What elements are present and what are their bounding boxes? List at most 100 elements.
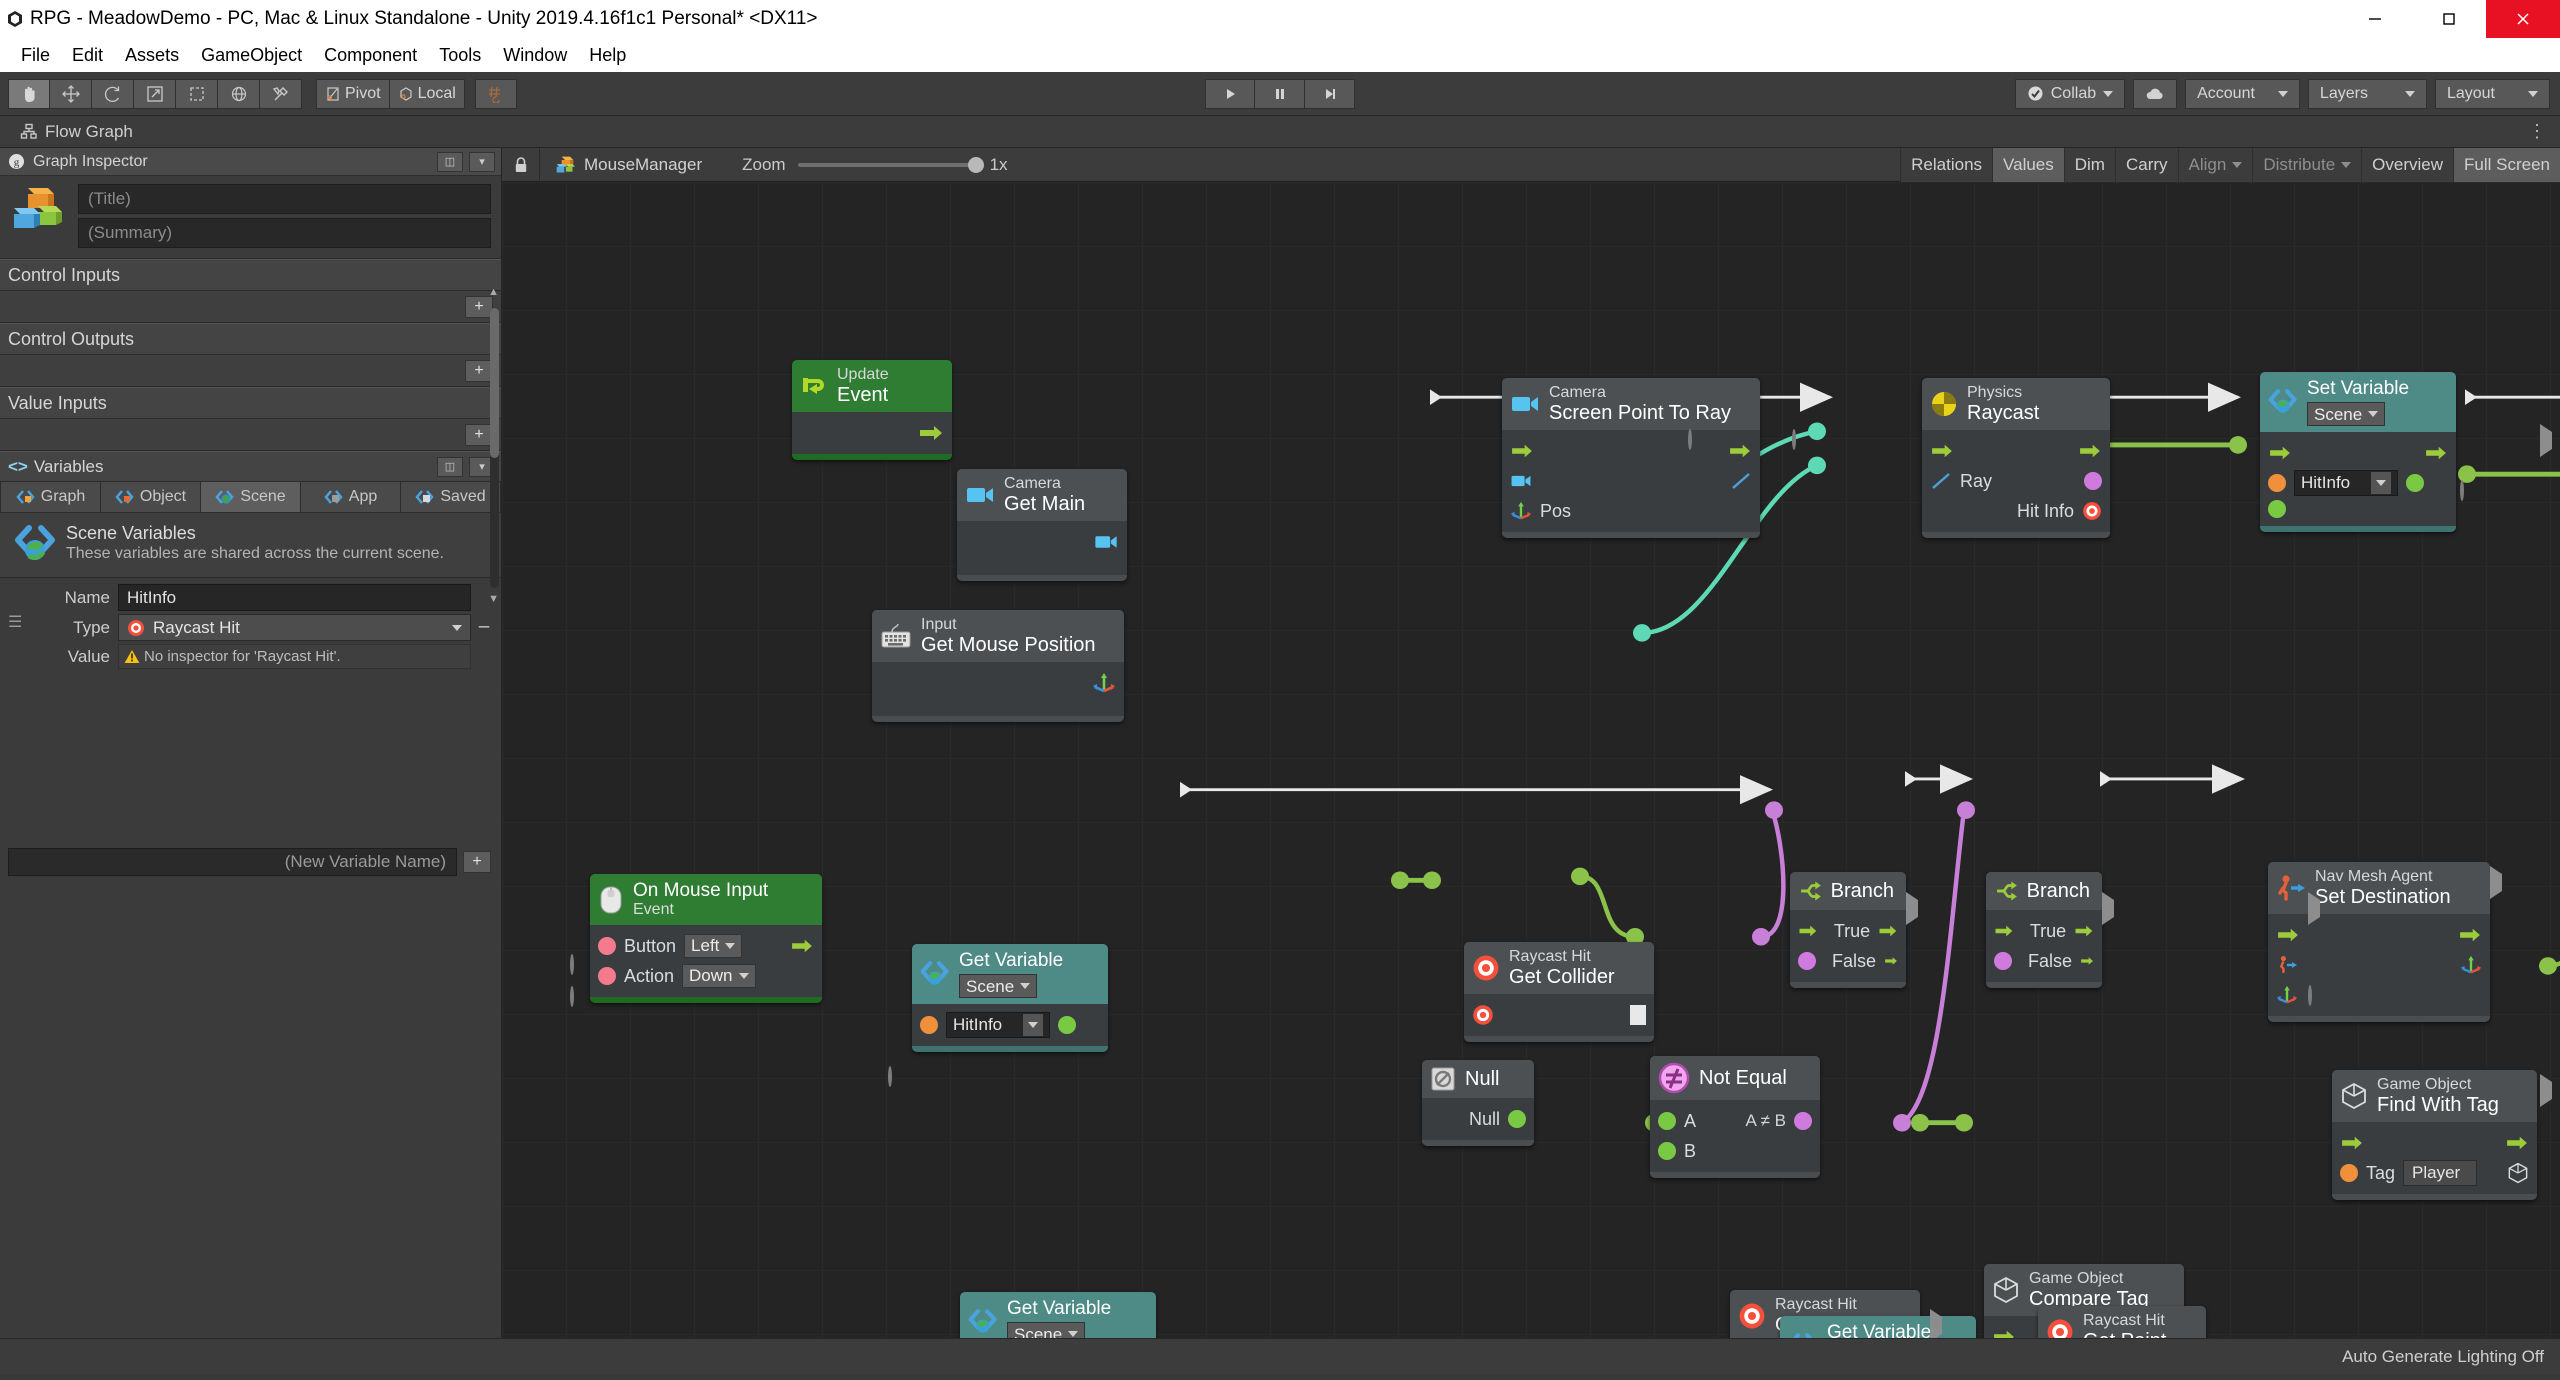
port-ring[interactable] bbox=[2308, 985, 2312, 1006]
account-button[interactable]: Account bbox=[2185, 78, 2300, 109]
vector3-input-icon[interactable] bbox=[2276, 984, 2298, 1006]
vector3-icon[interactable] bbox=[1092, 671, 1116, 695]
result-output-port[interactable] bbox=[1794, 1112, 1812, 1130]
grid-snap-button[interactable] bbox=[474, 78, 517, 109]
graph-title-input[interactable]: (Title) bbox=[78, 184, 491, 214]
true-flow-output-icon[interactable] bbox=[2074, 922, 2094, 940]
rotate-tool-button[interactable] bbox=[92, 78, 134, 109]
menu-gameobject[interactable]: GameObject bbox=[190, 42, 313, 69]
condition-input-port[interactable] bbox=[1994, 952, 2012, 970]
menu-component[interactable]: Component bbox=[313, 42, 428, 69]
layers-button[interactable]: Layers bbox=[2307, 78, 2427, 109]
graph-button-fullscreen[interactable]: Full Screen bbox=[2453, 148, 2560, 182]
false-flow-output-icon[interactable] bbox=[2080, 952, 2094, 970]
node-find-with-tag[interactable]: Game Object Find With Tag Tag Player bbox=[2332, 1070, 2537, 1201]
node-screen-point-to-ray[interactable]: Camera Screen Point To Ray Pos bbox=[1502, 378, 1760, 539]
inspector-expand-button[interactable]: ◫ bbox=[437, 151, 463, 172]
cloud-button[interactable] bbox=[2133, 78, 2178, 109]
action-input-port[interactable] bbox=[598, 967, 616, 986]
port-ring[interactable] bbox=[570, 986, 574, 1007]
menu-edit[interactable]: Edit bbox=[61, 42, 114, 69]
null-output-port[interactable] bbox=[1508, 1110, 1526, 1128]
node-get-variable-1-kind-select[interactable]: Scene bbox=[959, 974, 1038, 999]
flow-input-icon[interactable] bbox=[2268, 444, 2292, 462]
bool-output-port[interactable] bbox=[2084, 472, 2102, 491]
node-get-mouse-position[interactable]: Input Get Mouse Position bbox=[872, 610, 1124, 723]
port-ring[interactable] bbox=[1792, 429, 1796, 450]
node-get-variable-1-name-select[interactable]: HitInfo bbox=[946, 1012, 1050, 1039]
graph-context-object[interactable]: MouseManager bbox=[540, 155, 702, 175]
node-set-variable[interactable]: Set Variable Scene HitInfo bbox=[2260, 372, 2456, 533]
variable-name-input-port[interactable] bbox=[920, 1016, 938, 1035]
node-find-with-tag-tag-input[interactable]: Player bbox=[2403, 1160, 2478, 1187]
flow-input-icon[interactable] bbox=[1510, 442, 1534, 460]
node-not-equal[interactable]: Not Equal A A ≠ B B bbox=[1650, 1056, 1820, 1178]
variable-value-output-port[interactable] bbox=[2406, 474, 2424, 493]
node-set-variable-name-select[interactable]: HitInfo bbox=[2294, 470, 2398, 497]
port-tri[interactable] bbox=[2540, 1074, 2552, 1107]
port-ring[interactable] bbox=[2460, 480, 2464, 501]
inspector-menu-button[interactable]: ▾ bbox=[469, 151, 495, 172]
port-tri[interactable] bbox=[2540, 424, 2552, 457]
graph-button-overview[interactable]: Overview bbox=[2361, 148, 2454, 182]
graph-button-align[interactable]: Align bbox=[2177, 148, 2253, 182]
game-object-output-icon[interactable] bbox=[2507, 1162, 2529, 1184]
add-control-input-button[interactable]: + bbox=[465, 295, 493, 318]
node-branch-2[interactable]: Branch True False bbox=[1986, 872, 2102, 988]
node-camera-get-main[interactable]: Camera Get Main bbox=[957, 469, 1127, 582]
variable-drag-handle[interactable]: ☰ bbox=[8, 584, 28, 631]
flow-output-icon[interactable] bbox=[2458, 926, 2482, 944]
menu-tools[interactable]: Tools bbox=[428, 42, 492, 69]
false-flow-output-icon[interactable] bbox=[1884, 952, 1898, 970]
transform-tool-button[interactable] bbox=[218, 78, 260, 109]
node-branch-1[interactable]: Branch True False bbox=[1790, 872, 1906, 988]
tab-variables-object[interactable]: Object bbox=[101, 481, 201, 513]
tab-variables-scene[interactable]: Scene bbox=[201, 481, 301, 513]
ray-output-icon[interactable] bbox=[1730, 471, 1752, 491]
raycast-hit-output-icon[interactable] bbox=[2082, 501, 2102, 521]
layout-button[interactable]: Layout bbox=[2434, 78, 2550, 109]
hand-tool-button[interactable] bbox=[8, 78, 50, 109]
port-ring[interactable] bbox=[1688, 429, 1692, 450]
variable-type-select[interactable]: Raycast Hit bbox=[118, 614, 471, 641]
node-null[interactable]: Null Null bbox=[1422, 1060, 1534, 1146]
port-tri[interactable] bbox=[2490, 866, 2502, 899]
lock-icon[interactable] bbox=[502, 148, 540, 182]
variable-name-input[interactable]: HitInfo bbox=[118, 584, 471, 611]
flow-output-icon[interactable] bbox=[2424, 444, 2448, 462]
menu-file[interactable]: File bbox=[10, 42, 61, 69]
flow-output-icon[interactable] bbox=[918, 423, 944, 443]
graph-button-dim[interactable]: Dim bbox=[2063, 148, 2115, 182]
scroll-up-icon[interactable]: ▲ bbox=[488, 286, 499, 298]
custom-tool-button[interactable] bbox=[260, 78, 302, 109]
port-tri[interactable] bbox=[2308, 892, 2320, 925]
port-ring[interactable] bbox=[570, 954, 574, 975]
tab-variables-graph[interactable]: Graph bbox=[0, 481, 101, 513]
port-tri[interactable] bbox=[2102, 892, 2114, 925]
move-tool-button[interactable] bbox=[50, 78, 92, 109]
menu-assets[interactable]: Assets bbox=[114, 42, 190, 69]
vector3-input-icon[interactable] bbox=[1510, 500, 1532, 522]
tab-variables-app[interactable]: App bbox=[301, 481, 401, 513]
pivot-toggle-button[interactable]: Pivot bbox=[316, 78, 390, 109]
flow-output-icon[interactable] bbox=[2505, 1134, 2529, 1152]
node-physics-raycast[interactable]: Physics Raycast Ray Hit Info bbox=[1922, 378, 2110, 539]
flow-input-icon[interactable] bbox=[2340, 1134, 2364, 1152]
variable-value-output-port[interactable] bbox=[1058, 1016, 1076, 1035]
close-button[interactable] bbox=[2486, 0, 2560, 38]
play-button[interactable] bbox=[1205, 78, 1255, 109]
graph-button-distribute[interactable]: Distribute bbox=[2252, 148, 2362, 182]
menu-window[interactable]: Window bbox=[492, 42, 578, 69]
tab-variables-saved[interactable]: Saved bbox=[401, 481, 501, 513]
port-tri[interactable] bbox=[1930, 1309, 1942, 1342]
vector3-output-icon[interactable] bbox=[2460, 954, 2482, 976]
flow-output-icon[interactable] bbox=[790, 937, 814, 955]
camera-output-icon[interactable] bbox=[1093, 533, 1119, 551]
new-variable-input[interactable]: (New Variable Name) bbox=[8, 848, 457, 876]
true-flow-output-icon[interactable] bbox=[1878, 922, 1898, 940]
variable-value-input-port[interactable] bbox=[2268, 500, 2286, 519]
node-get-variable-1[interactable]: Get Variable Scene HitInfo bbox=[912, 944, 1108, 1053]
local-toggle-button[interactable]: Local bbox=[389, 78, 465, 109]
flow-output-icon[interactable] bbox=[2078, 442, 2102, 460]
add-variable-button[interactable]: + bbox=[463, 851, 491, 873]
